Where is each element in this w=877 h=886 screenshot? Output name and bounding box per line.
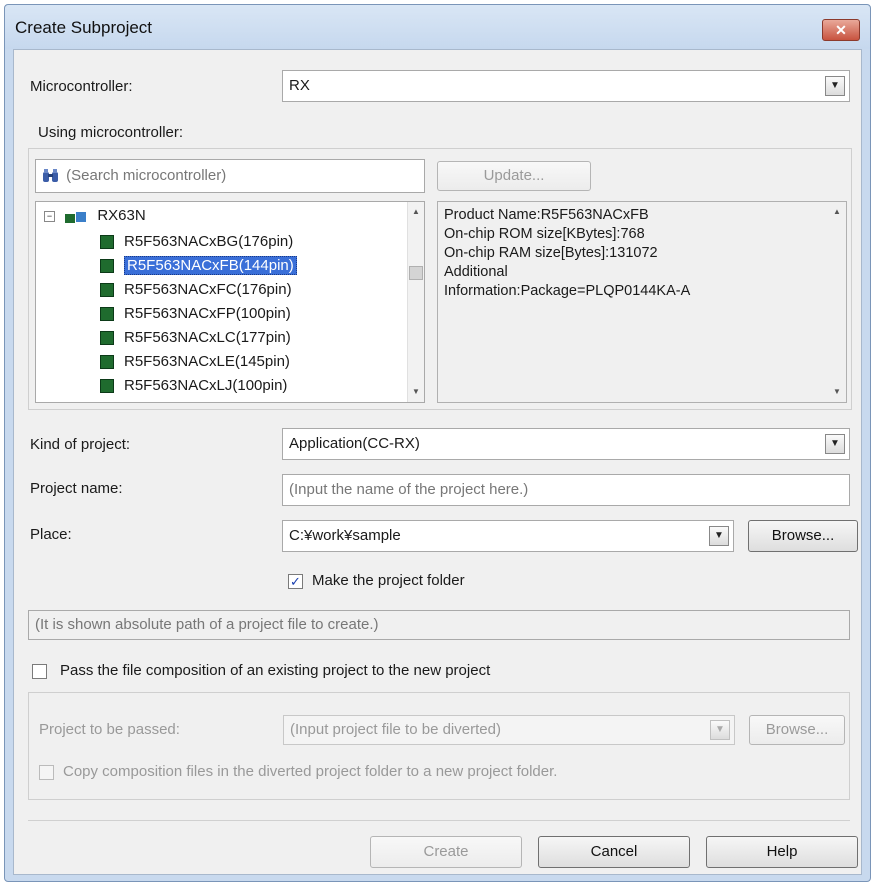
info-line: On-chip RAM size[Bytes]:131072	[444, 245, 658, 261]
place-combo[interactable]: C:¥work¥sample ▼	[282, 520, 734, 552]
absolute-path-text: (It is shown absolute path of a project …	[35, 616, 379, 633]
search-binoculars-icon	[42, 168, 60, 184]
info-line: On-chip ROM size[KBytes]:768	[444, 226, 645, 242]
scroll-down-icon[interactable]: ▼	[408, 384, 424, 400]
passed-browse-button[interactable]: Browse...	[749, 715, 845, 745]
tree-item-label: R5F563NACxLJ(100pin)	[124, 377, 288, 394]
chip-icon	[100, 331, 114, 346]
update-button[interactable]: Update...	[437, 161, 591, 191]
cancel-button[interactable]: Cancel	[538, 836, 690, 868]
tree-root-row[interactable]: − RX63N	[44, 204, 146, 228]
place-label: Place:	[30, 526, 72, 543]
tree-item-label: R5F563NACxFC(176pin)	[124, 281, 292, 298]
dialog-body: Microcontroller: RX ▼ Using microcontrol…	[13, 49, 862, 875]
folder-chip-icon	[65, 209, 87, 224]
dialog-title: Create Subproject	[15, 18, 153, 37]
copy-composition-checkbox[interactable]	[39, 765, 54, 780]
tree-item[interactable]: R5F563NACxBG(176pin)	[100, 230, 293, 254]
tree-root-label: RX63N	[97, 207, 146, 224]
microcontroller-select[interactable]: RX ▼	[282, 70, 850, 102]
pass-composition-checkbox[interactable]	[32, 664, 47, 679]
absolute-path-display: (It is shown absolute path of a project …	[28, 610, 850, 640]
project-to-be-passed-placeholder: (Input project file to be diverted)	[290, 721, 501, 738]
title-bar[interactable]: Create Subproject ✕	[5, 5, 870, 49]
chip-icon	[100, 355, 114, 370]
tree-scrollbar[interactable]: ▲ ▼	[407, 202, 424, 402]
kind-of-project-select[interactable]: Application(CC-RX) ▼	[282, 428, 850, 460]
microcontroller-info-panel: Product Name:R5F563NACxFB On-chip ROM si…	[437, 201, 847, 403]
make-folder-checkbox[interactable]: ✓	[288, 574, 303, 589]
dropdown-arrow-icon[interactable]: ▼	[709, 526, 729, 546]
scroll-up-icon[interactable]: ▲	[408, 204, 424, 220]
microcontroller-value: RX	[289, 77, 310, 94]
tree-item[interactable]: R5F563NACxFC(176pin)	[100, 278, 292, 302]
tree-item-label: R5F563NACxLE(145pin)	[124, 353, 290, 370]
info-line: Information:Package=PLQP0144KA-A	[444, 283, 691, 299]
kind-of-project-value: Application(CC-RX)	[289, 435, 420, 452]
place-browse-button[interactable]: Browse...	[748, 520, 858, 552]
using-microcontroller-label: Using microcontroller:	[38, 124, 184, 141]
chip-icon	[100, 283, 114, 298]
scroll-up-icon[interactable]: ▲	[829, 204, 845, 220]
tree-item-selected[interactable]: R5F563NACxFB(144pin)	[100, 254, 297, 278]
scroll-down-icon[interactable]: ▼	[829, 384, 845, 400]
chip-icon	[100, 379, 114, 394]
close-button[interactable]: ✕	[822, 19, 860, 41]
collapse-icon[interactable]: −	[44, 210, 55, 222]
chip-icon	[100, 259, 114, 274]
info-line: Additional	[444, 264, 508, 280]
info-scrollbar[interactable]: ▲ ▼	[829, 202, 846, 402]
scroll-thumb[interactable]	[409, 266, 423, 280]
project-to-be-passed-combo[interactable]: (Input project file to be diverted) ▼	[283, 715, 735, 745]
copy-composition-label: Copy composition files in the diverted p…	[63, 763, 558, 780]
dropdown-arrow-icon[interactable]: ▼	[825, 434, 845, 454]
search-microcontroller-input[interactable]: (Search microcontroller)	[35, 159, 425, 193]
make-folder-label: Make the project folder	[312, 572, 465, 589]
help-button[interactable]: Help	[706, 836, 858, 868]
tree-item-label: R5F563NACxFB(144pin)	[124, 256, 297, 275]
microcontroller-label: Microcontroller:	[30, 78, 133, 95]
pass-composition-group: Project to be passed: (Input project fil…	[28, 692, 850, 800]
create-subproject-dialog: Create Subproject ✕ Microcontroller: RX …	[4, 4, 871, 882]
dropdown-arrow-icon[interactable]: ▼	[825, 76, 845, 96]
tree-item-label: R5F563NACxBG(176pin)	[124, 233, 294, 250]
project-name-input[interactable]: (Input the name of the project here.)	[282, 474, 850, 506]
place-value: C:¥work¥sample	[289, 527, 401, 544]
project-name-placeholder: (Input the name of the project here.)	[289, 481, 529, 498]
microcontroller-tree[interactable]: − RX63N R5F563NACxBG(176pin) R5F563NACxF…	[35, 201, 425, 403]
divider	[28, 820, 850, 821]
project-name-label: Project name:	[30, 480, 123, 497]
tree-item[interactable]: R5F563NACxLC(177pin)	[100, 326, 291, 350]
create-button[interactable]: Create	[370, 836, 522, 868]
tree-item[interactable]: R5F563NACxLJ(100pin)	[100, 374, 287, 398]
using-microcontroller-group: (Search microcontroller) Update... − RX6…	[28, 148, 852, 410]
search-placeholder: (Search microcontroller)	[66, 167, 227, 184]
dropdown-arrow-icon[interactable]: ▼	[710, 720, 730, 740]
tree-item[interactable]: R5F563NACxFP(100pin)	[100, 302, 291, 326]
tree-item-label: R5F563NACxFP(100pin)	[124, 305, 291, 322]
tree-item[interactable]: R5F563NACxLE(145pin)	[100, 350, 290, 374]
pass-composition-label: Pass the file composition of an existing…	[60, 662, 491, 679]
kind-of-project-label: Kind of project:	[30, 436, 131, 453]
chip-icon	[100, 307, 114, 322]
tree-item-label: R5F563NACxLC(177pin)	[124, 329, 291, 346]
chip-icon	[100, 235, 114, 250]
info-line: Product Name:R5F563NACxFB	[444, 207, 649, 223]
project-to-be-passed-label: Project to be passed:	[39, 721, 180, 738]
